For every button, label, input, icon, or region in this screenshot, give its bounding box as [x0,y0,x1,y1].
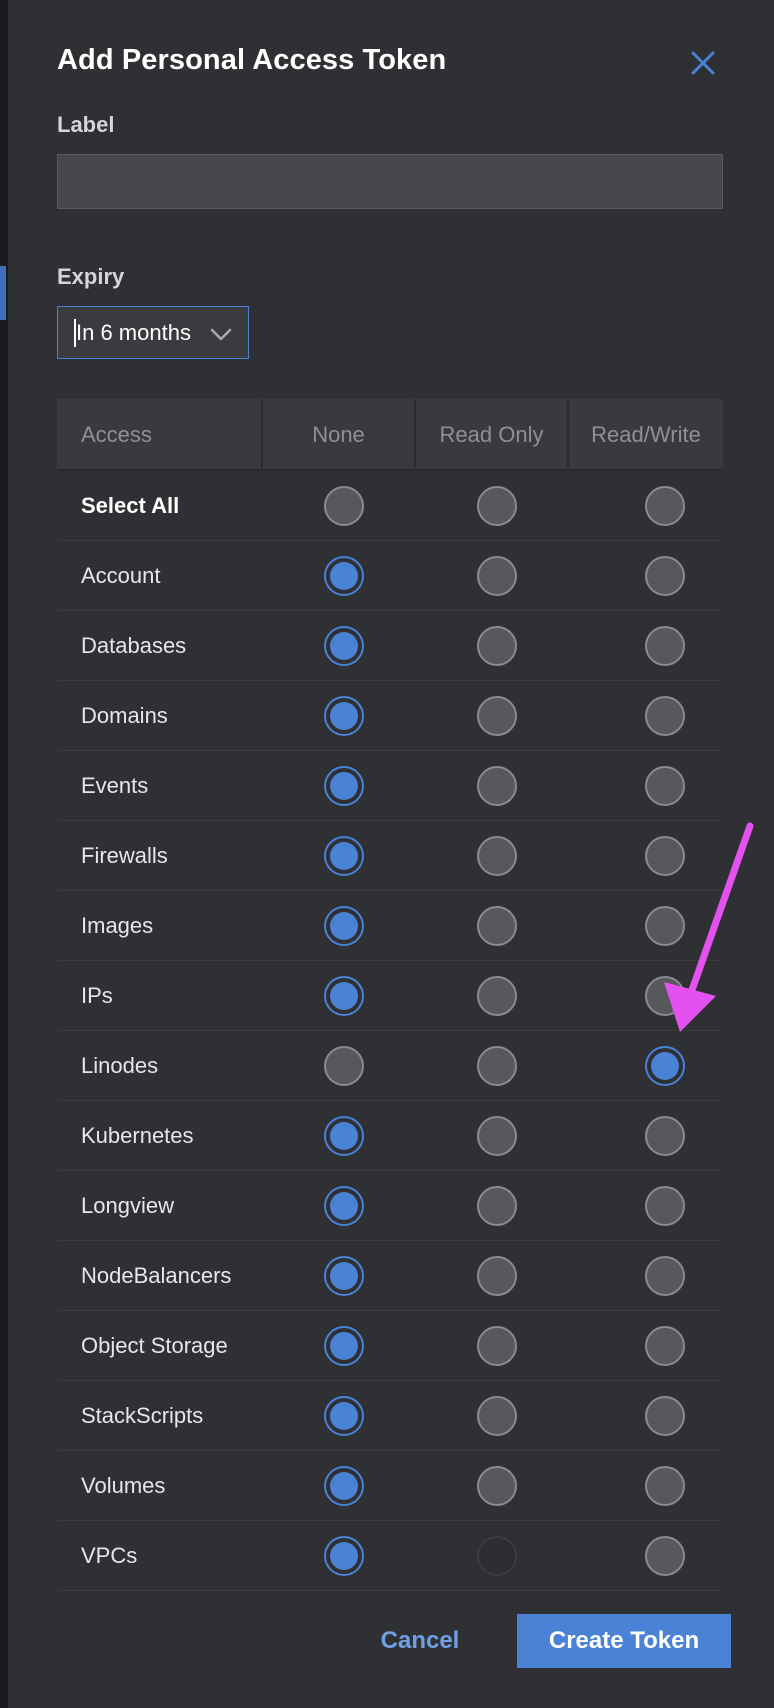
radio-none[interactable] [324,1256,364,1296]
radio-read-only[interactable] [477,486,517,526]
create-token-button[interactable]: Create Token [517,1614,731,1668]
table-header: Access None Read Only Read/Write [57,399,723,471]
table-row: Kubernetes [57,1101,723,1171]
radio-read-only[interactable] [477,556,517,596]
radio-read-write[interactable] [645,696,685,736]
row-label: Events [81,773,149,798]
radio-none[interactable] [324,906,364,946]
row-label: Firewalls [81,843,168,868]
radio-read-write[interactable] [645,1256,685,1296]
radio-read-only[interactable] [477,766,517,806]
table-body: Select All Account Databases Domains Events F… [57,471,723,1591]
radio-none[interactable] [324,1466,364,1506]
radio-read-only[interactable] [477,1046,517,1086]
table-row: Events [57,751,723,821]
radio-read-only[interactable] [477,1396,517,1436]
radio-none[interactable] [324,696,364,736]
row-label: Account [81,563,161,588]
row-label: Databases [81,633,187,658]
expiry-select[interactable]: In 6 months [57,306,249,359]
radio-read-only[interactable] [477,626,517,666]
row-label: Domains [81,703,168,728]
radio-read-write[interactable] [645,1116,685,1156]
radio-none[interactable] [324,1536,364,1576]
radio-read-only [477,1536,517,1576]
chevron-down-icon [210,328,232,341]
expiry-selected-value: In 6 months [76,319,191,345]
radio-read-write[interactable] [645,626,685,666]
radio-read-write[interactable] [645,1396,685,1436]
table-row: Select All [57,471,723,541]
table-row: Linodes [57,1031,723,1101]
close-icon [691,51,715,75]
radio-read-write[interactable] [645,556,685,596]
row-label: Longview [81,1193,174,1218]
close-button[interactable] [686,46,720,80]
radio-read-only[interactable] [477,906,517,946]
label-input[interactable] [57,154,723,209]
radio-read-write[interactable] [645,766,685,806]
row-label: VPCs [81,1543,138,1568]
radio-none[interactable] [324,626,364,666]
text-cursor [74,319,76,347]
dialog-title: Add Personal Access Token [57,44,447,76]
label-field-label: Label [57,112,115,137]
header-read-only: Read Only [416,399,569,471]
radio-none[interactable] [324,1326,364,1366]
annotation-arrow-icon [664,822,754,1032]
radio-none[interactable] [324,1116,364,1156]
radio-none[interactable] [324,556,364,596]
radio-read-write[interactable] [645,1326,685,1366]
table-row: NodeBalancers [57,1241,723,1311]
radio-none[interactable] [324,1396,364,1436]
table-row: Firewalls [57,821,723,891]
row-label: NodeBalancers [81,1263,232,1288]
radio-read-only[interactable] [477,976,517,1016]
permissions-table: Access None Read Only Read/Write Select … [57,399,723,1591]
radio-none[interactable] [324,1046,364,1086]
backdrop [0,0,8,1708]
table-row: Longview [57,1171,723,1241]
row-label: Object Storage [81,1333,228,1358]
radio-none[interactable] [324,836,364,876]
radio-none[interactable] [324,1186,364,1226]
expiry-label: Expiry [57,264,125,289]
row-label: Select All [81,493,180,518]
radio-read-write[interactable] [645,1466,685,1506]
table-row: Object Storage [57,1311,723,1381]
radio-read-write[interactable] [645,1536,685,1576]
radio-read-only[interactable] [477,696,517,736]
radio-read-only[interactable] [477,1186,517,1226]
header-none: None [263,399,416,471]
row-label: Volumes [81,1473,166,1498]
table-row: Images [57,891,723,961]
row-label: Kubernetes [81,1123,194,1148]
radio-read-only[interactable] [477,1256,517,1296]
radio-none[interactable] [324,976,364,1016]
table-row: VPCs [57,1521,723,1591]
table-row: Domains [57,681,723,751]
table-row: Account [57,541,723,611]
cancel-button[interactable]: Cancel [360,1614,480,1668]
row-label: IPs [81,983,113,1008]
radio-none[interactable] [324,766,364,806]
radio-read-only[interactable] [477,836,517,876]
row-label: Images [81,913,154,938]
row-label: Linodes [81,1053,159,1078]
header-read-write: Read/Write [591,422,701,447]
radio-read-write[interactable] [645,1186,685,1226]
radio-read-write[interactable] [645,1046,685,1086]
backdrop-tab [0,266,6,320]
table-row: StackScripts [57,1381,723,1451]
radio-read-only[interactable] [477,1116,517,1156]
row-label: StackScripts [81,1403,204,1428]
radio-read-only[interactable] [477,1326,517,1366]
table-row: IPs [57,961,723,1031]
header-access: Access [57,399,263,471]
radio-read-only[interactable] [477,1466,517,1506]
table-row: Databases [57,611,723,681]
table-row: Volumes [57,1451,723,1521]
radio-none[interactable] [324,486,364,526]
radio-read-write[interactable] [645,486,685,526]
